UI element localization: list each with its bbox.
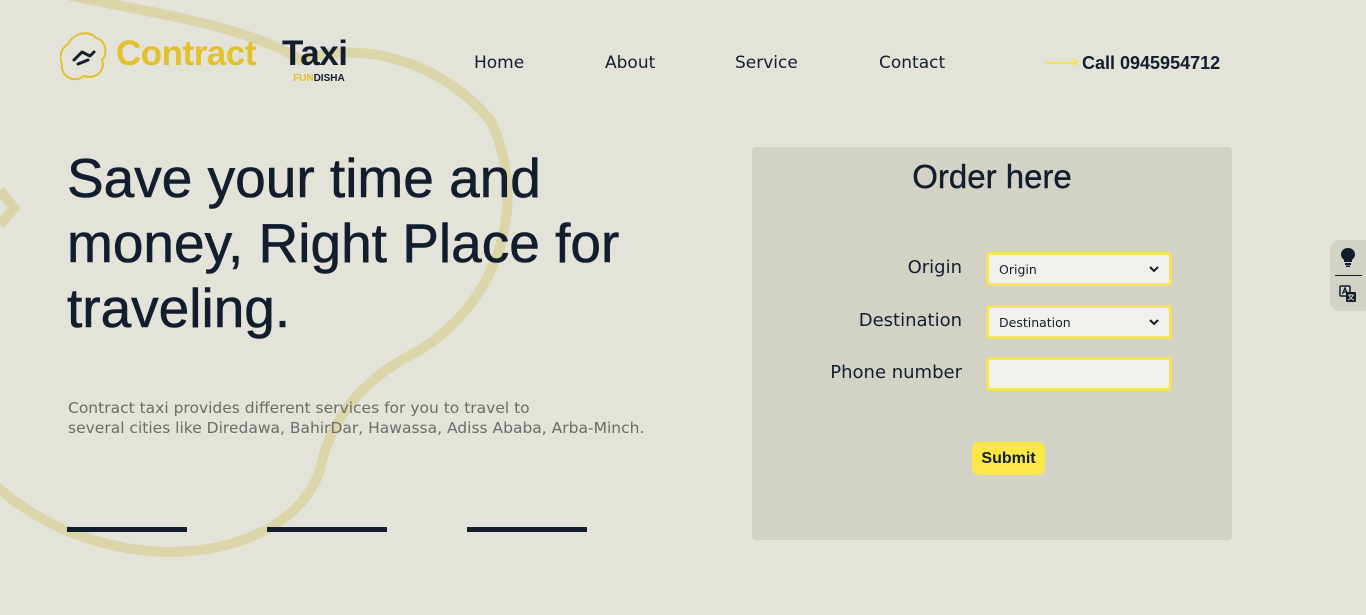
hero-desc-line2: several cities like Diredawa, BahirDar, … [68, 419, 645, 437]
order-form: Order here Origin Origin Destination Des… [752, 147, 1232, 540]
origin-select[interactable]: Origin [986, 252, 1172, 286]
slider-indicator-2[interactable] [267, 527, 387, 532]
nav-about[interactable]: About [605, 52, 655, 74]
logo-word-taxi: Taxi [282, 34, 348, 73]
destination-select-value: Destination [999, 314, 1071, 330]
destination-select[interactable]: Destination [986, 305, 1172, 339]
translate-icon [1339, 285, 1356, 302]
toolbar-divider [1335, 275, 1362, 276]
hero-title: Save your time and money, Right Place fo… [67, 147, 620, 340]
submit-button[interactable]: Submit [972, 442, 1045, 475]
slider-indicator-3[interactable] [467, 527, 587, 532]
arrow-right-icon [1046, 62, 1076, 64]
logo-word-contract: Contract [116, 34, 256, 73]
chevron-down-icon [1149, 319, 1159, 326]
nav-contact[interactable]: Contact [879, 52, 945, 74]
call-link[interactable]: Call 0945954712 [1046, 52, 1220, 74]
hero-desc-line1: Contract taxi provides different service… [68, 399, 530, 417]
logo-sub-fun: FUN [293, 73, 314, 84]
site-logo[interactable]: Contract Taxi FUNDISHA [60, 28, 360, 88]
lightbulb-icon [1341, 248, 1355, 267]
phone-number-input[interactable] [986, 357, 1172, 391]
origin-label: Origin [907, 257, 962, 278]
logo-sub-disha: DISHA [313, 73, 345, 84]
nav-home[interactable]: Home [474, 52, 524, 74]
call-phone-text: Call 0945954712 [1082, 52, 1221, 73]
chevron-down-icon [1149, 266, 1159, 273]
tips-button[interactable] [1330, 240, 1366, 274]
phone-label: Phone number [830, 362, 962, 383]
logo-subtitle: FUNDISHA [293, 73, 345, 85]
nav-service[interactable]: Service [735, 52, 798, 74]
logo-mark-icon [60, 32, 107, 81]
destination-label: Destination [858, 310, 962, 331]
slider-indicator-1[interactable] [67, 527, 187, 532]
translate-button[interactable] [1330, 277, 1366, 311]
origin-select-value: Origin [999, 261, 1037, 277]
order-heading: Order here [912, 158, 1072, 195]
hero-description: Contract taxi provides different service… [68, 398, 708, 438]
side-toolbar [1330, 240, 1366, 311]
